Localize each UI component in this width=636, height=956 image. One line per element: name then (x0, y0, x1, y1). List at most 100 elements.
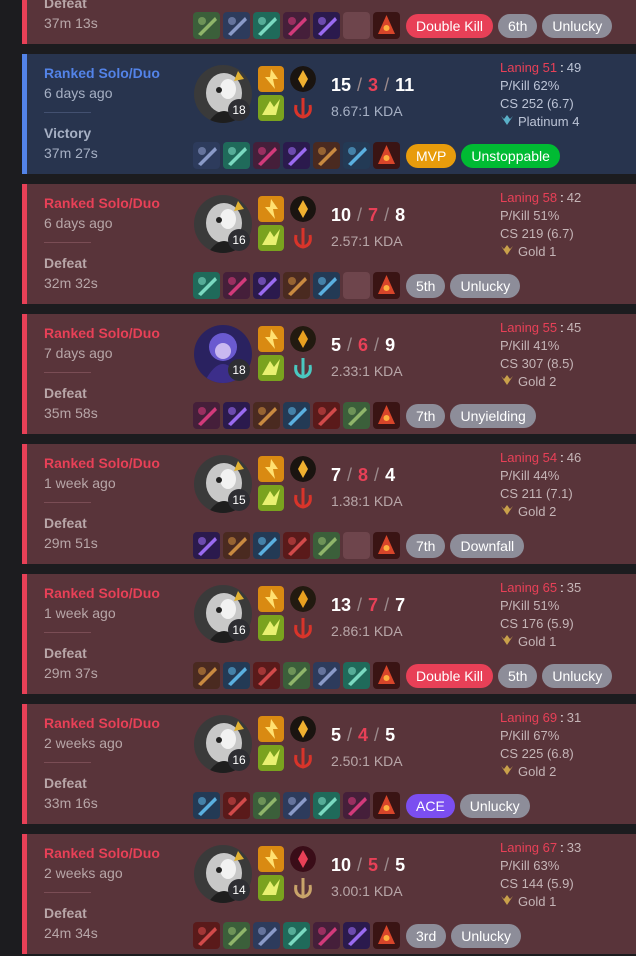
secondary-rune-icon[interactable] (290, 225, 316, 251)
badge[interactable]: MVP (406, 144, 457, 168)
ward-trinket-icon[interactable] (373, 662, 400, 689)
item-slot-icon[interactable] (283, 792, 310, 819)
item-slot-icon[interactable] (283, 532, 310, 559)
item-slot-icon[interactable] (193, 922, 220, 949)
item-slot-icon[interactable] (193, 662, 220, 689)
item-slot-icon[interactable] (253, 792, 280, 819)
item-slot-icon[interactable] (253, 142, 280, 169)
ward-trinket-icon[interactable] (373, 142, 400, 169)
badge[interactable]: ACE (406, 794, 455, 818)
item-slot-icon[interactable] (283, 12, 310, 39)
ward-trinket-icon[interactable] (373, 532, 400, 559)
secondary-rune-icon[interactable] (290, 355, 316, 381)
summoner-spell-flash-icon[interactable] (258, 586, 284, 612)
item-slot-icon[interactable] (313, 662, 340, 689)
badge[interactable]: Unlucky (542, 14, 613, 38)
keystone-rune-icon[interactable] (290, 456, 316, 482)
empty-item-slot[interactable] (343, 532, 370, 559)
badge[interactable]: 6th (497, 14, 538, 38)
item-slot-icon[interactable] (253, 402, 280, 429)
summoner-spell-ghost-icon[interactable] (258, 95, 284, 121)
item-slot-icon[interactable] (253, 272, 280, 299)
secondary-rune-icon[interactable] (290, 95, 316, 121)
match-card[interactable]: Ranked Solo/Duo 6 days ago Victory 37m 27s 1… (22, 54, 636, 174)
item-slot-icon[interactable] (223, 272, 250, 299)
item-slot-icon[interactable] (343, 142, 370, 169)
item-slot-icon[interactable] (343, 402, 370, 429)
item-slot-icon[interactable] (253, 532, 280, 559)
badge[interactable]: Unlucky (450, 274, 521, 298)
item-slot-icon[interactable] (343, 792, 370, 819)
ward-trinket-icon[interactable] (373, 922, 400, 949)
item-slot-icon[interactable] (313, 12, 340, 39)
item-slot-icon[interactable] (193, 272, 220, 299)
item-slot-icon[interactable] (223, 532, 250, 559)
match-card[interactable]: Ranked Solo/Duo 1 week ago Defeat 29m 51s 15… (22, 444, 636, 564)
item-slot-icon[interactable] (253, 662, 280, 689)
badge[interactable]: Double Kill (406, 14, 493, 38)
badge[interactable]: Unlucky (542, 664, 613, 688)
summoner-spell-flash-icon[interactable] (258, 846, 284, 872)
item-slot-icon[interactable] (193, 792, 220, 819)
summoner-spell-flash-icon[interactable] (258, 456, 284, 482)
match-card[interactable]: Ranked Solo/Duo 2 weeks ago Defeat 33m 16s 1… (22, 704, 636, 824)
badge[interactable]: 5th (406, 274, 446, 298)
match-card[interactable]: Ranked Solo/Duo 7 days ago Defeat 35m 58s 18… (22, 314, 636, 434)
badge[interactable]: Unlucky (451, 924, 522, 948)
item-slot-icon[interactable] (283, 402, 310, 429)
item-slot-icon[interactable] (313, 532, 340, 559)
keystone-rune-icon[interactable] (290, 716, 316, 742)
badge[interactable]: Unyielding (450, 404, 536, 428)
match-card[interactable]: Ranked Solo/Duo 6 days ago Defeat 32m 32s 16… (22, 184, 636, 304)
secondary-rune-icon[interactable] (290, 485, 316, 511)
summoner-spell-ghost-icon[interactable] (258, 355, 284, 381)
item-slot-icon[interactable] (343, 662, 370, 689)
badge[interactable]: Unlucky (459, 794, 530, 818)
item-slot-icon[interactable] (313, 142, 340, 169)
item-slot-icon[interactable] (193, 532, 220, 559)
item-slot-icon[interactable] (313, 402, 340, 429)
keystone-rune-icon[interactable] (290, 586, 316, 612)
secondary-rune-icon[interactable] (290, 745, 316, 771)
empty-item-slot[interactable] (343, 12, 370, 39)
summoner-spell-ghost-icon[interactable] (258, 875, 284, 901)
ward-trinket-icon[interactable] (373, 272, 400, 299)
item-slot-icon[interactable] (223, 662, 250, 689)
item-slot-icon[interactable] (193, 12, 220, 39)
ward-trinket-icon[interactable] (373, 402, 400, 429)
badge[interactable]: 7th (406, 534, 446, 558)
item-slot-icon[interactable] (313, 272, 340, 299)
secondary-rune-icon[interactable] (290, 615, 316, 641)
match-card[interactable]: Defeat 37m 13s Double Kill 6th Unlucky (22, 0, 636, 44)
empty-item-slot[interactable] (343, 272, 370, 299)
badge[interactable]: Downfall (450, 534, 525, 558)
match-card[interactable]: Ranked Solo/Duo 2 weeks ago Defeat 24m 34s 1… (22, 834, 636, 954)
badge[interactable]: Unstoppable (461, 144, 560, 168)
keystone-rune-icon[interactable] (290, 66, 316, 92)
summoner-spell-flash-icon[interactable] (258, 326, 284, 352)
summoner-spell-flash-icon[interactable] (258, 716, 284, 742)
badge[interactable]: Double Kill (406, 664, 493, 688)
item-slot-icon[interactable] (193, 142, 220, 169)
summoner-spell-flash-icon[interactable] (258, 196, 284, 222)
item-slot-icon[interactable] (283, 662, 310, 689)
badge[interactable]: 3rd (406, 924, 447, 948)
summoner-spell-ghost-icon[interactable] (258, 615, 284, 641)
item-slot-icon[interactable] (313, 922, 340, 949)
keystone-rune-icon[interactable] (290, 846, 316, 872)
item-slot-icon[interactable] (223, 12, 250, 39)
ward-trinket-icon[interactable] (373, 12, 400, 39)
secondary-rune-icon[interactable] (290, 875, 316, 901)
summoner-spell-ghost-icon[interactable] (258, 225, 284, 251)
match-card[interactable]: Ranked Solo/Duo 1 week ago Defeat 29m 37s 16… (22, 574, 636, 694)
summoner-spell-flash-icon[interactable] (258, 66, 284, 92)
item-slot-icon[interactable] (193, 402, 220, 429)
item-slot-icon[interactable] (223, 922, 250, 949)
ward-trinket-icon[interactable] (373, 792, 400, 819)
keystone-rune-icon[interactable] (290, 326, 316, 352)
keystone-rune-icon[interactable] (290, 196, 316, 222)
item-slot-icon[interactable] (223, 792, 250, 819)
item-slot-icon[interactable] (283, 142, 310, 169)
item-slot-icon[interactable] (283, 922, 310, 949)
item-slot-icon[interactable] (343, 922, 370, 949)
